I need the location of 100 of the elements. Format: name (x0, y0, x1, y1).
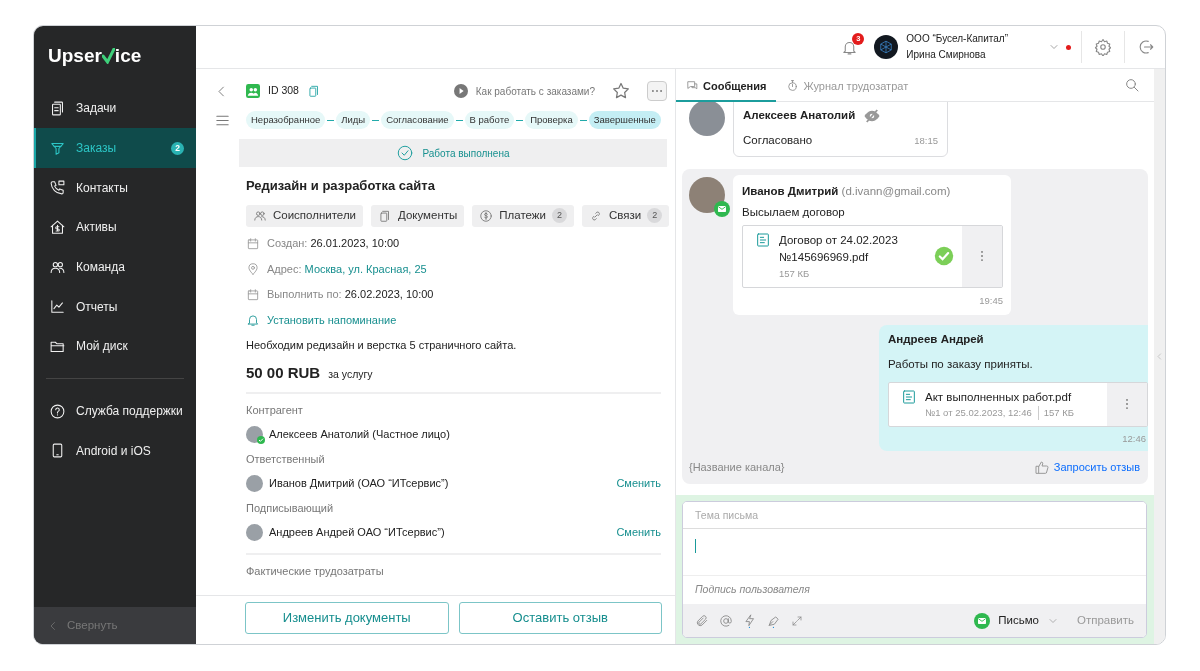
sidebar-item[interactable]: Служба поддержки (34, 391, 196, 431)
expand-icon (791, 614, 803, 627)
subject-field[interactable]: Тема письма (683, 502, 1146, 529)
copy-button[interactable] (306, 84, 321, 98)
sidebar-item[interactable]: Android и iOS (34, 431, 196, 471)
file-meta: 157 КБ (1037, 405, 1075, 420)
attach-button[interactable] (695, 613, 709, 628)
company-logo (874, 35, 899, 59)
expand-button[interactable] (791, 614, 803, 627)
order-title: Редизайн и разработка сайта (246, 177, 436, 196)
action-button[interactable]: Платежи 2 (472, 204, 574, 227)
pipeline-stage[interactable]: Согласование (381, 111, 454, 130)
search-button[interactable] (1124, 77, 1140, 93)
file-meta: 157 КБ (779, 266, 810, 281)
outline-button[interactable]: Оставить отзыв (458, 602, 662, 634)
message-time: 19:45 (979, 294, 1003, 306)
request-review-button[interactable]: Запросить отзыв (1033, 459, 1140, 476)
settings-button[interactable] (1094, 38, 1112, 56)
message-time: 12:46 (1122, 433, 1146, 444)
copy-icon (306, 84, 321, 98)
reminder-link[interactable]: Установить напоминание (267, 311, 397, 329)
pen-icon (767, 613, 781, 628)
thumbs-up-icon (1033, 459, 1050, 476)
check-icon (396, 144, 415, 163)
chevron-left-icon (1155, 352, 1164, 361)
search-icon (1124, 77, 1140, 93)
house-icon (49, 218, 66, 236)
field-text: Адрес: Москва, ул. Красная, 25 (267, 261, 427, 277)
mention-icon (719, 613, 733, 628)
file-attachment[interactable]: Акт выполненных работ.pdf №1 от 25.02.2023, 12:46 157 КБ (888, 381, 1148, 427)
pipeline-stage[interactable]: В работе (464, 111, 515, 130)
avatar (246, 474, 263, 492)
attach-icon (695, 613, 709, 628)
role-label: Ответственный (246, 451, 325, 467)
logout-icon (1137, 38, 1155, 56)
status-dot (1066, 44, 1071, 50)
mention-button[interactable] (719, 613, 733, 628)
field-text: Создан: 26.01.2023, 10:00 (267, 236, 400, 252)
action-button[interactable]: Соисполнители (246, 204, 363, 227)
price-note: за услугу (328, 367, 373, 383)
more-button[interactable] (647, 81, 667, 101)
pen-button[interactable] (767, 613, 781, 628)
pipeline-stage[interactable]: Лиды (336, 111, 371, 130)
change-link[interactable]: Сменить (616, 475, 661, 492)
person-name: Иванов Дмитрий (ОАО “ИТсервис”) (269, 476, 449, 491)
action-button[interactable]: Документы (371, 204, 465, 227)
action-button[interactable]: Связи 2 (581, 204, 670, 227)
file-name: Договор от 24.02.2023 №145696969.pdf (779, 233, 899, 266)
file-icon (901, 388, 917, 405)
order-id: ID 308 (268, 83, 299, 99)
favorite-button[interactable] (611, 81, 631, 101)
logo: Upser ice (47, 44, 143, 68)
message-time: 18:15 (914, 133, 938, 148)
avatar (246, 523, 263, 541)
sidebar-item[interactable]: Контакты (34, 167, 196, 208)
settings-icon (1094, 38, 1112, 56)
sidebar-item[interactable]: Отчеты (34, 286, 196, 327)
channel-name: {Название канала} (689, 460, 785, 476)
dollar-icon (479, 208, 494, 223)
bell-icon (246, 313, 260, 327)
bolt-button[interactable] (743, 613, 757, 628)
sidebar-item[interactable]: Задачи (34, 88, 196, 129)
pipeline-stage[interactable]: Проверка (525, 111, 578, 130)
file-icon (755, 232, 771, 248)
price: 50 00 RUB (246, 363, 321, 384)
section-label: Фактические трудозатраты (246, 563, 384, 579)
role-label: Подписывающий (246, 500, 334, 516)
role-label: Контрагент (246, 402, 303, 418)
message-text: Высылаем договор (742, 204, 846, 220)
change-link[interactable]: Сменить (616, 524, 661, 541)
bolt-icon (743, 613, 757, 628)
count-badge: 2 (551, 208, 567, 224)
chart-icon (49, 298, 66, 316)
channel-dropdown[interactable]: Письмо (974, 611, 1059, 630)
company-name: ООО “Бусел-Капитал” (906, 32, 1008, 46)
count-badge: 2 (171, 141, 184, 155)
sidebar-item[interactable]: Активы (34, 207, 196, 248)
author-name: Иванов Дмитрий (742, 184, 839, 197)
approved-icon (934, 246, 954, 267)
count-badge: 2 (647, 208, 663, 224)
person-name: Алексеев Анатолий (Частное лицо) (269, 427, 450, 442)
logout-button[interactable] (1137, 38, 1155, 56)
sidebar-item[interactable]: Мой диск (34, 326, 196, 367)
favorite-icon (611, 81, 631, 101)
file-attachment[interactable]: Договор от 24.02.2023 №145696969.pdf 157 КБ (742, 225, 1003, 288)
pipeline-stage[interactable]: Неразобранное (246, 111, 326, 130)
author-email: (d.ivann@gmail.com) (841, 184, 951, 197)
location-icon (246, 262, 260, 276)
sidebar-item[interactable]: Команда (34, 247, 196, 287)
author-name: Алексеев Анатолий (743, 108, 856, 123)
people-icon (253, 208, 267, 223)
field-text: Выполнить по: 26.02.2023, 10:00 (267, 287, 434, 303)
file-meta: №1 от 25.02.2023, 12:46 (925, 405, 1032, 420)
status-text: Работа выполнена (422, 146, 510, 161)
help-link[interactable]: Как работать с заказами? (475, 83, 595, 99)
sidebar-item[interactable]: Заказы 2 (34, 128, 196, 168)
message-text: Согласовано (743, 133, 813, 149)
phone-icon (49, 179, 66, 197)
pipeline-stage[interactable]: Завершенные (588, 111, 661, 130)
outline-button[interactable]: Изменить документы (245, 602, 449, 634)
